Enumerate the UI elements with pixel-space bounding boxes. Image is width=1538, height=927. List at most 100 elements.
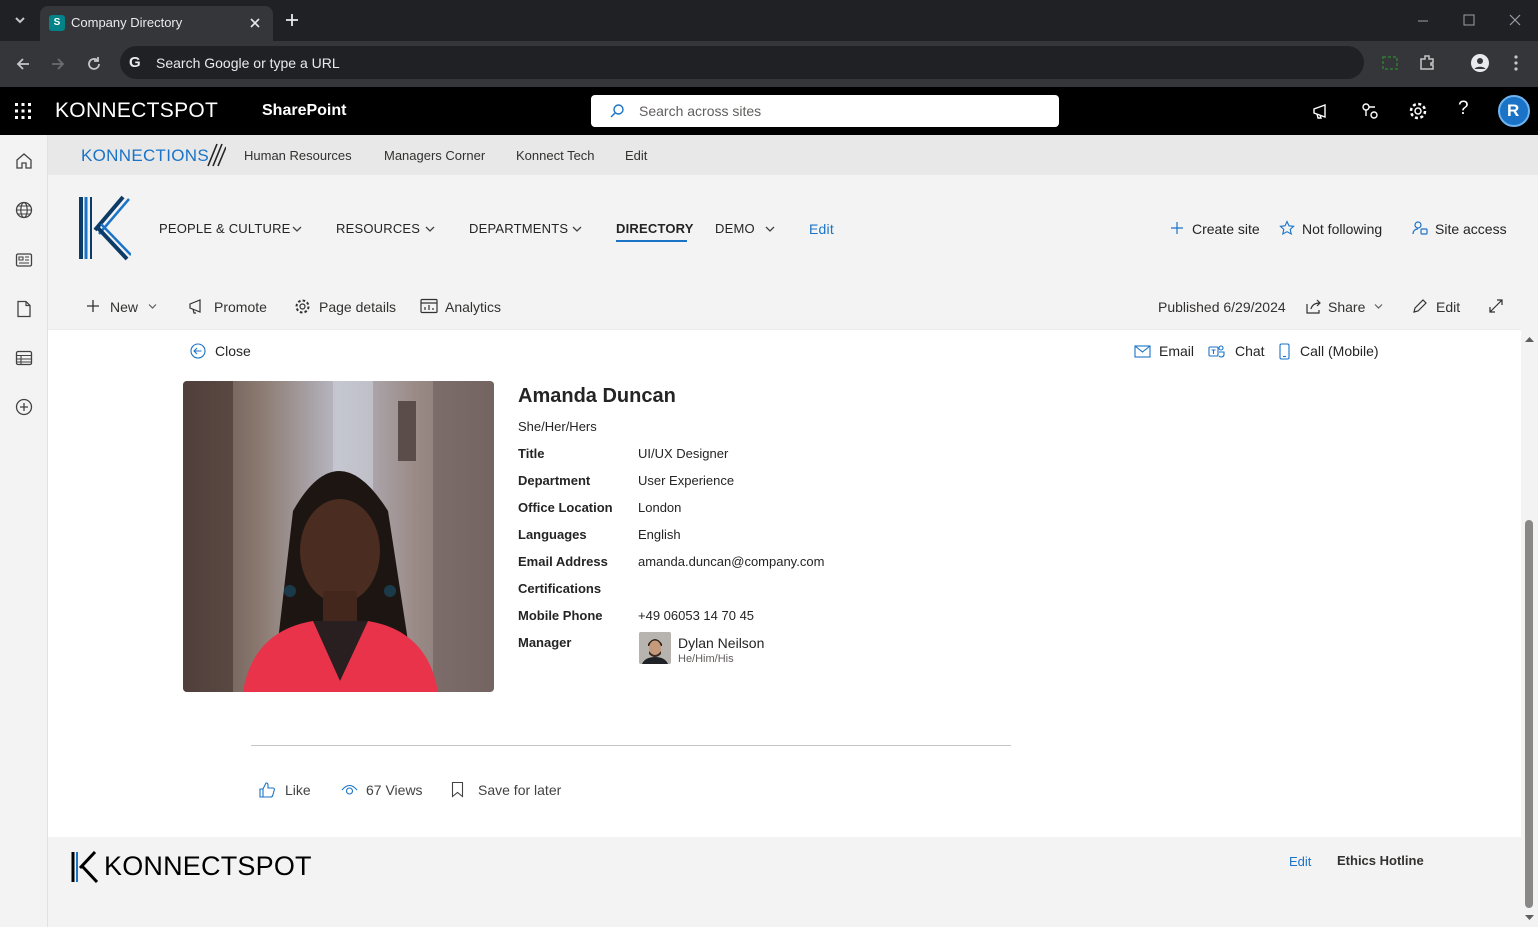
scroll-up-arrow-icon[interactable] [1525, 336, 1534, 342]
manager-pronouns: He/Him/His [678, 653, 734, 665]
site-footer: KONNECTSPOT Edit Ethics Hotline [48, 837, 1521, 927]
tab-search-chevron-icon[interactable] [12, 12, 28, 28]
email-address-label: Email Address [518, 554, 608, 569]
nav-demo[interactable]: DEMO [715, 221, 755, 236]
chevron-down-icon[interactable] [572, 225, 582, 233]
back-circle-icon [190, 343, 206, 359]
maximize-window-icon[interactable] [1462, 13, 1476, 27]
close-tab-icon[interactable] [248, 16, 262, 30]
home-icon[interactable] [15, 152, 33, 170]
title-value: UI/UX Designer [638, 446, 729, 461]
search-icon [609, 103, 625, 119]
browser-toolbar: G Search Google or type a URL [0, 41, 1538, 87]
like-label: Like [285, 782, 311, 798]
back-icon[interactable] [14, 55, 32, 73]
browser-tab[interactable]: S Company Directory [40, 6, 273, 41]
close-window-icon[interactable] [1508, 13, 1522, 27]
footer-edit-link[interactable]: Edit [1289, 854, 1311, 869]
news-icon[interactable] [15, 251, 33, 269]
nav-active-underline [616, 240, 687, 242]
konnectspot-logo[interactable]: KONNECTSPOT [55, 99, 218, 123]
like-button[interactable]: Like [259, 781, 319, 801]
tab-title: Company Directory [71, 15, 183, 30]
settings-gear-icon[interactable] [1408, 101, 1428, 121]
chevron-down-icon[interactable] [765, 225, 775, 233]
user-avatar[interactable]: R [1498, 95, 1530, 127]
mobile-phone-value[interactable]: +49 06053 14 70 45 [638, 608, 754, 623]
new-label: New [110, 299, 139, 315]
suite-bar: KONNECTSPOT SharePoint Search across sit… [0, 87, 1538, 135]
eye-icon [341, 784, 358, 795]
megaphone-icon[interactable] [1312, 102, 1332, 120]
profile-photo [183, 381, 494, 692]
nav-directory[interactable]: DIRECTORY [616, 221, 694, 236]
follow-label: Not following [1302, 221, 1383, 237]
hub-link-human-resources[interactable]: Human Resources [244, 148, 352, 163]
analytics-icon [420, 298, 438, 314]
plus-icon [87, 300, 99, 312]
share-icon [1306, 299, 1321, 314]
globe-icon[interactable] [15, 201, 33, 219]
edit-page-button[interactable]: Edit [1412, 283, 1472, 329]
promote-button[interactable]: Promote [189, 283, 274, 329]
site-logo[interactable] [79, 195, 131, 261]
new-button[interactable]: New [86, 283, 161, 329]
new-tab-icon[interactable] [284, 12, 300, 28]
lists-icon[interactable] [15, 349, 33, 367]
scroll-thumb[interactable] [1525, 520, 1533, 908]
site-header: PEOPLE & CULTURE RESOURCES DEPARTMENTS D… [48, 175, 1538, 283]
reload-icon[interactable] [85, 55, 103, 73]
screenshot-icon[interactable] [1381, 54, 1399, 72]
address-placeholder: Search Google or type a URL [156, 55, 340, 71]
sharepoint-favicon-icon: S [49, 15, 65, 31]
office-location-value: London [638, 500, 682, 515]
call-mobile-action[interactable]: Call (Mobile) [1279, 342, 1379, 362]
certifications-label: Certifications [518, 581, 602, 596]
mail-icon [1134, 345, 1151, 358]
extensions-icon[interactable] [1418, 53, 1436, 71]
expand-icon[interactable] [1488, 298, 1504, 314]
chevron-down-icon[interactable] [425, 225, 435, 233]
chat-action[interactable]: Chat [1208, 342, 1265, 362]
nav-people-culture[interactable]: PEOPLE & CULTURE [159, 221, 291, 236]
sharepoint-label[interactable]: SharePoint [262, 102, 346, 120]
mobile-phone-label: Mobile Phone [518, 608, 603, 623]
analytics-button[interactable]: Analytics [420, 283, 505, 329]
files-icon[interactable] [16, 300, 32, 318]
hub-edit-link[interactable]: Edit [625, 148, 647, 163]
email-address-value[interactable]: amanda.duncan@company.com [638, 554, 824, 569]
share-label: Share [1328, 299, 1366, 315]
search-placeholder: Search across sites [639, 103, 762, 119]
manager-label: Manager [518, 635, 572, 650]
save-for-later-button[interactable]: Save for later [451, 781, 571, 801]
email-action[interactable]: Email [1134, 342, 1194, 362]
address-bar[interactable]: G Search Google or type a URL [120, 46, 1364, 79]
call-action-label: Call (Mobile) [1300, 343, 1379, 359]
forward-icon[interactable] [49, 55, 67, 73]
app-launcher-icon[interactable] [14, 102, 32, 120]
nav-edit-link[interactable]: Edit [809, 221, 834, 237]
search-box[interactable]: Search across sites [591, 95, 1059, 127]
page-scrollbar[interactable] [1521, 330, 1538, 927]
scroll-down-arrow-icon[interactable] [1525, 915, 1534, 921]
k-mark-icon [71, 851, 99, 883]
page-details-button[interactable]: Page details [294, 283, 399, 329]
connections-icon[interactable] [1360, 101, 1380, 121]
ethics-hotline-link[interactable]: Ethics Hotline [1337, 853, 1424, 868]
analytics-label: Analytics [445, 299, 502, 315]
share-button[interactable]: Share [1306, 283, 1386, 329]
create-icon[interactable] [15, 398, 33, 416]
profile-icon[interactable] [1470, 53, 1490, 73]
nav-departments[interactable]: DEPARTMENTS [469, 221, 568, 236]
hub-link-managers-corner[interactable]: Managers Corner [384, 148, 485, 163]
close-button[interactable]: Close [190, 342, 270, 362]
browser-menu-icon[interactable] [1510, 54, 1522, 72]
help-icon[interactable]: ? [1458, 98, 1469, 120]
create-site-label: Create site [1192, 221, 1260, 237]
mobile-phone-icon [1279, 343, 1290, 360]
minimize-window-icon[interactable] [1416, 14, 1430, 28]
nav-resources[interactable]: RESOURCES [336, 221, 420, 236]
hub-link-konnect-tech[interactable]: Konnect Tech [516, 148, 595, 163]
chevron-down-icon[interactable] [292, 225, 302, 233]
promote-label: Promote [214, 299, 267, 315]
